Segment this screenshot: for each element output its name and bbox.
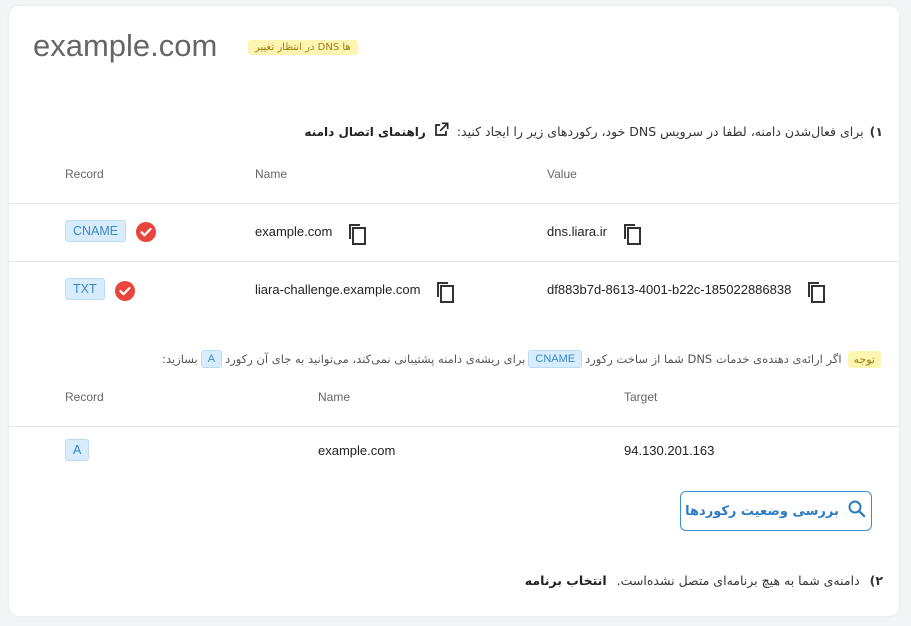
status-badge: در انتظار تغییر DNS ها <box>248 40 358 55</box>
table2-header-record: Record <box>65 390 104 404</box>
note-text-2: برای ریشه‌ی دامنه پشتیبانی نمی‌کند، می‌ت… <box>225 352 526 366</box>
record-name: example.com <box>255 224 333 239</box>
copy-icon[interactable] <box>346 221 368 245</box>
table2-header-name: Name <box>318 390 351 404</box>
step1-text: برای فعال‌شدن دامنه، لطفا در سرویس DNS خ… <box>456 124 864 139</box>
external-link-icon <box>431 120 451 143</box>
record-value: df883b7d-8613-4001-b22c-185022886838 <box>547 282 792 297</box>
step2-number: ۲) <box>869 573 883 588</box>
check-icon <box>136 222 156 242</box>
step2-text: دامنه‌ی شما به هیچ برنامه‌ای متصل نشده‌ا… <box>616 573 860 588</box>
table1-header-value: Value <box>547 167 577 181</box>
step1-number: ۱) <box>869 124 883 139</box>
note-badge: توجه <box>847 350 881 368</box>
note-text-3: بسازید: <box>162 352 198 366</box>
check-records-label: بررسی وضعیت رکوردها <box>685 503 839 519</box>
divider <box>9 261 899 262</box>
table1-header-name: Name <box>255 167 288 181</box>
search-icon <box>847 499 867 523</box>
record-target: 94.130.201.163 <box>624 443 715 458</box>
record-value: dns.liara.ir <box>547 224 607 239</box>
cname-note: توجه اگر ارائه‌ی دهنده‌ی خدمات DNS شما ا… <box>162 350 881 368</box>
connect-guide-label: راهنمای اتصال دامنه <box>304 124 426 139</box>
copy-icon[interactable] <box>805 279 827 303</box>
cname-inline-badge: CNAME <box>528 350 583 368</box>
copy-icon[interactable] <box>621 221 643 245</box>
step1-instruction: ۱) برای فعال‌شدن دامنه، لطفا در سرویس DN… <box>304 120 883 143</box>
record-type-badge: CNAME <box>65 220 127 242</box>
copy-icon[interactable] <box>434 279 456 303</box>
step2-instruction: ۲) دامنه‌ی شما به هیچ برنامه‌ای متصل نشد… <box>525 573 883 588</box>
divider <box>9 203 899 204</box>
record-name: example.com <box>318 443 396 458</box>
note-text-1: اگر ارائه‌ی دهنده‌ی خدمات DNS شما از ساخ… <box>585 352 842 366</box>
table1-header-record: Record <box>65 167 104 181</box>
a-inline-badge: A <box>200 350 223 368</box>
record-type-badge: TXT <box>65 278 105 300</box>
check-icon <box>115 281 135 301</box>
check-records-button[interactable]: بررسی وضعیت رکوردها <box>680 491 872 531</box>
domain-title: example.com <box>33 28 218 63</box>
record-type-badge: A <box>65 439 90 461</box>
divider <box>9 426 899 427</box>
table2-header-target: Target <box>624 390 658 404</box>
connect-guide-link[interactable]: راهنمای اتصال دامنه <box>304 120 450 143</box>
select-app-link[interactable]: انتخاب برنامه <box>525 573 607 588</box>
record-name: liara-challenge.example.com <box>255 282 421 297</box>
domain-card: example.com در انتظار تغییر DNS ها ۱) بر… <box>9 6 899 616</box>
